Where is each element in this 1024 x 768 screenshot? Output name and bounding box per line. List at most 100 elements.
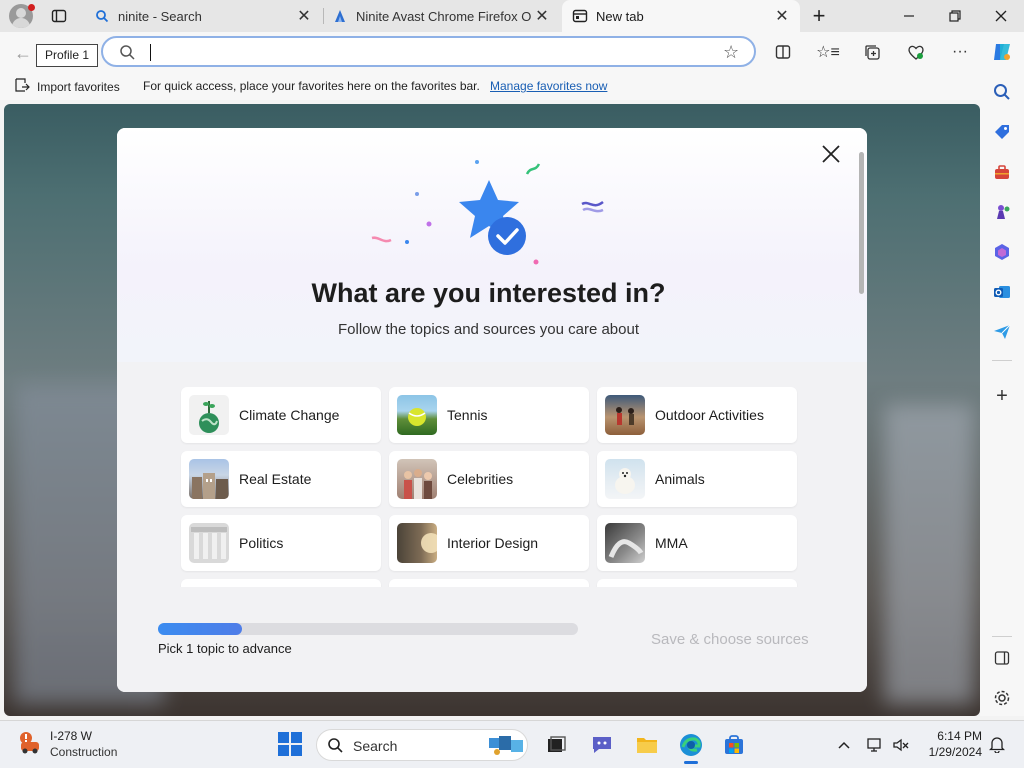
topic-mma[interactable]: MMA [597, 515, 797, 571]
save-choose-sources-button[interactable]: Save & choose sources [651, 631, 809, 648]
dialog-scrollbar[interactable] [859, 152, 864, 294]
network-icon[interactable] [866, 736, 884, 754]
file-explorer-icon[interactable] [634, 732, 660, 758]
topic-label: Celebrities [447, 471, 514, 487]
sidebar-separator [992, 636, 1012, 637]
tab-actions-icon[interactable] [51, 8, 67, 24]
close-window-button[interactable] [978, 0, 1024, 32]
favorites-icon[interactable]: ☆≡ [816, 42, 840, 62]
columns-icon [189, 523, 229, 563]
close-tab-icon[interactable]: ✕ [532, 6, 552, 26]
star-check-illustration-icon [367, 154, 617, 274]
split-screen-icon[interactable] [772, 42, 794, 62]
topic-interior-design[interactable]: Interior Design [389, 515, 589, 571]
show-hidden-icons-icon[interactable] [835, 736, 853, 754]
add-icon[interactable]: + [990, 384, 1014, 408]
houses-icon [189, 459, 229, 499]
dialog-title: What are you interested in? [311, 278, 666, 308]
topic-label: Animals [655, 471, 705, 487]
back-arrow-icon[interactable]: ← [14, 43, 32, 64]
import-favorites-label: Import favorites [37, 79, 120, 94]
polar-bear-icon [605, 459, 645, 499]
topic-label: Interior Design [447, 535, 539, 551]
tab-ninite[interactable]: Ninite Avast Chrome Firefox Ope ✕ [324, 0, 560, 32]
windows-start-icon[interactable] [278, 732, 302, 756]
lamp-icon [397, 523, 437, 563]
hide-sidebar-icon[interactable] [990, 646, 1014, 670]
topic-card-partial[interactable] [389, 579, 589, 587]
progress-fill [158, 623, 242, 635]
topic-label: Outdoor Activities [655, 407, 764, 423]
topic-label: Politics [239, 535, 284, 551]
construction-warning-icon[interactable] [18, 730, 44, 756]
topic-real-estate[interactable]: Real Estate [181, 451, 381, 507]
shopping-tag-icon[interactable] [990, 120, 1014, 144]
collections-icon[interactable] [861, 42, 883, 62]
hikers-icon [605, 395, 645, 435]
avatar-body [12, 18, 30, 28]
topic-label: Real Estate [239, 471, 312, 487]
volume-muted-icon[interactable] [892, 736, 910, 754]
topic-label: MMA [655, 535, 688, 551]
tab-title: Ninite Avast Chrome Firefox Ope [356, 8, 532, 24]
globe-plant-icon [189, 395, 229, 435]
teams-chat-icon[interactable] [589, 732, 615, 758]
microsoft-365-icon[interactable] [990, 240, 1014, 264]
search-icon[interactable] [990, 80, 1014, 104]
topic-label: Tennis [447, 407, 488, 423]
start-tile [291, 745, 302, 756]
settings-gear-icon[interactable] [990, 686, 1014, 710]
close-tab-icon[interactable]: ✕ [772, 6, 792, 26]
import-favorites-button[interactable]: Import favorites [14, 78, 120, 95]
fighters-icon [605, 523, 645, 563]
copilot-icon[interactable] [990, 42, 1014, 62]
clock-time[interactable]: 6:14 PM [930, 729, 982, 743]
dialog-subtitle: Follow the topics and sources you care a… [337, 321, 639, 338]
topic-politics[interactable]: Politics [181, 515, 381, 571]
search-label: Search [353, 738, 398, 754]
task-view-icon[interactable] [543, 732, 569, 758]
close-tab-icon[interactable]: ✕ [294, 6, 314, 26]
search-icon [94, 8, 110, 24]
favorites-message: For quick access, place your favorites h… [143, 79, 480, 93]
clock-date[interactable]: 1/29/2024 [918, 745, 982, 759]
topic-card-partial[interactable] [597, 579, 797, 587]
background-image [884, 404, 974, 704]
search-icon [327, 737, 344, 757]
topic-celebrities[interactable]: Celebrities [389, 451, 589, 507]
new-tab-button[interactable]: + [807, 3, 831, 28]
microsoft-store-icon[interactable] [721, 732, 747, 758]
traffic-alert-subtitle[interactable]: Construction [50, 745, 117, 759]
minimize-button[interactable] [886, 0, 932, 32]
sidebar-separator [992, 360, 1012, 361]
outlook-icon[interactable] [990, 280, 1014, 304]
close-dialog-icon[interactable] [819, 142, 843, 166]
topic-climate-change[interactable]: Climate Change [181, 387, 381, 443]
address-bar[interactable]: ☆ [101, 36, 756, 67]
address-input[interactable] [151, 42, 711, 62]
import-icon [14, 78, 30, 95]
tab-newtab[interactable]: New tab ✕ [562, 0, 800, 32]
manage-favorites-link[interactable]: Manage favorites now [490, 79, 607, 93]
browser-essentials-icon[interactable] [905, 42, 927, 62]
tab-search[interactable]: ninite - Search ✕ [86, 0, 322, 32]
favorite-star-icon[interactable]: ☆ [723, 42, 739, 63]
topic-tennis[interactable]: Tennis [389, 387, 589, 443]
start-tile [278, 732, 289, 743]
games-icon[interactable] [990, 200, 1014, 224]
send-icon[interactable] [990, 320, 1014, 344]
more-options-icon[interactable]: ··· [949, 42, 971, 62]
profile-tooltip: Profile 1 [36, 44, 99, 67]
taskbar-search[interactable]: Search [316, 729, 528, 761]
topic-animals[interactable]: Animals [597, 451, 797, 507]
edge-browser-icon[interactable] [678, 732, 704, 758]
crowd-icon [397, 459, 437, 499]
tools-icon[interactable] [990, 160, 1014, 184]
topic-card-partial[interactable] [181, 579, 381, 587]
ninite-icon [332, 8, 348, 24]
traffic-alert-title[interactable]: I-278 W [50, 729, 92, 743]
notifications-bell-icon[interactable] [988, 735, 1006, 753]
topic-outdoor-activities[interactable]: Outdoor Activities [597, 387, 797, 443]
search-highlight-icon [487, 732, 527, 761]
restore-button[interactable] [932, 0, 978, 32]
